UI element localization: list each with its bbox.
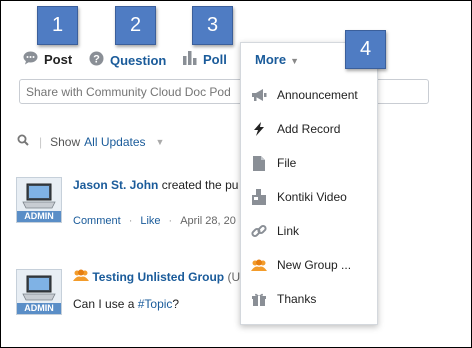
- file-icon: [251, 155, 267, 171]
- divider: |: [39, 134, 43, 149]
- menu-item-add-record[interactable]: Add Record: [251, 121, 340, 137]
- post-body-suffix: ?: [172, 297, 180, 311]
- group-suffix: (U: [224, 270, 241, 284]
- post-text: created the pu: [158, 178, 239, 192]
- menu-item-label: File: [277, 156, 297, 170]
- chevron-down-icon: ▼: [290, 56, 299, 66]
- menu-item-label: Thanks: [277, 292, 317, 306]
- link-icon: [251, 223, 267, 239]
- group-icon: [73, 269, 92, 284]
- menu-item-kontiki-video[interactable]: Kontiki Video: [251, 189, 347, 205]
- question-icon: ?: [89, 51, 104, 69]
- admin-badge: ADMIN: [17, 211, 61, 222]
- search-icon[interactable]: [17, 134, 29, 149]
- chevron-down-icon[interactable]: ▼: [156, 137, 165, 147]
- author-link[interactable]: Jason St. John: [73, 178, 158, 192]
- menu-item-label: Add Record: [277, 122, 341, 136]
- screenshot-frame: 1 2 3 4 Post ? Question Poll | Show All …: [0, 0, 472, 348]
- tab-post[interactable]: Post: [23, 51, 72, 68]
- video-icon: [251, 189, 267, 205]
- menu-item-label: Link: [277, 224, 300, 238]
- tab-poll[interactable]: Poll: [183, 51, 227, 68]
- dot-separator: ·: [128, 215, 133, 227]
- callout-1: 1: [37, 6, 78, 45]
- post-header: Jason St. John created the pu: [73, 178, 238, 192]
- comment-link[interactable]: Comment: [73, 215, 121, 227]
- menu-item-thanks[interactable]: Thanks: [251, 291, 316, 307]
- tab-question[interactable]: ? Question: [89, 51, 166, 69]
- menu-item-new-group[interactable]: New Group ...: [251, 257, 351, 273]
- menu-item-link[interactable]: Link: [251, 223, 299, 239]
- menu-item-label: Kontiki Video: [277, 190, 347, 204]
- menu-item-announcement[interactable]: Announcement: [251, 87, 358, 103]
- chat-bubble-icon: [23, 51, 38, 68]
- tab-more[interactable]: More ▼: [255, 52, 299, 67]
- laptop-icon: [22, 183, 56, 209]
- filter-label: Show: [50, 134, 81, 149]
- tab-more-label: More: [255, 52, 287, 67]
- tab-question-label: Question: [110, 52, 167, 68]
- callout-4: 4: [345, 30, 386, 69]
- filter-value[interactable]: All Updates: [84, 135, 145, 149]
- topic-link[interactable]: #Topic: [138, 297, 173, 311]
- avatar[interactable]: ADMIN: [16, 177, 62, 223]
- svg-text:?: ?: [93, 54, 100, 66]
- callout-3: 3: [192, 6, 233, 45]
- group-icon: [251, 257, 267, 273]
- like-link[interactable]: Like: [140, 215, 160, 227]
- menu-item-file[interactable]: File: [251, 155, 296, 171]
- menu-item-label: New Group ...: [277, 258, 352, 272]
- more-menu: More ▼ Announcement Add Record File Konti: [240, 42, 378, 325]
- avatar[interactable]: ADMIN: [16, 269, 62, 315]
- post-date: April 28, 20: [180, 215, 236, 227]
- admin-badge: ADMIN: [17, 303, 61, 314]
- laptop-icon: [22, 275, 56, 301]
- bar-chart-icon: [183, 51, 197, 68]
- group-link[interactable]: Testing Unlisted Group: [92, 270, 224, 284]
- menu-item-label: Announcement: [277, 88, 358, 102]
- tab-post-label: Post: [44, 52, 73, 67]
- post-header: Testing Unlisted Group (U: [73, 269, 240, 284]
- feed-filter: | Show All Updates ▼: [17, 134, 164, 149]
- post-body-prefix: Can I use a: [73, 297, 138, 311]
- callout-2: 2: [115, 6, 156, 45]
- post-actions: Comment · Like · April 28, 20: [73, 215, 236, 227]
- megaphone-icon: [251, 87, 267, 103]
- post-body: Can I use a #Topic?: [73, 297, 179, 311]
- gift-icon: [251, 291, 267, 307]
- lightning-icon: [251, 121, 267, 137]
- tab-poll-label: Poll: [203, 52, 227, 67]
- dot-separator: ·: [168, 215, 173, 227]
